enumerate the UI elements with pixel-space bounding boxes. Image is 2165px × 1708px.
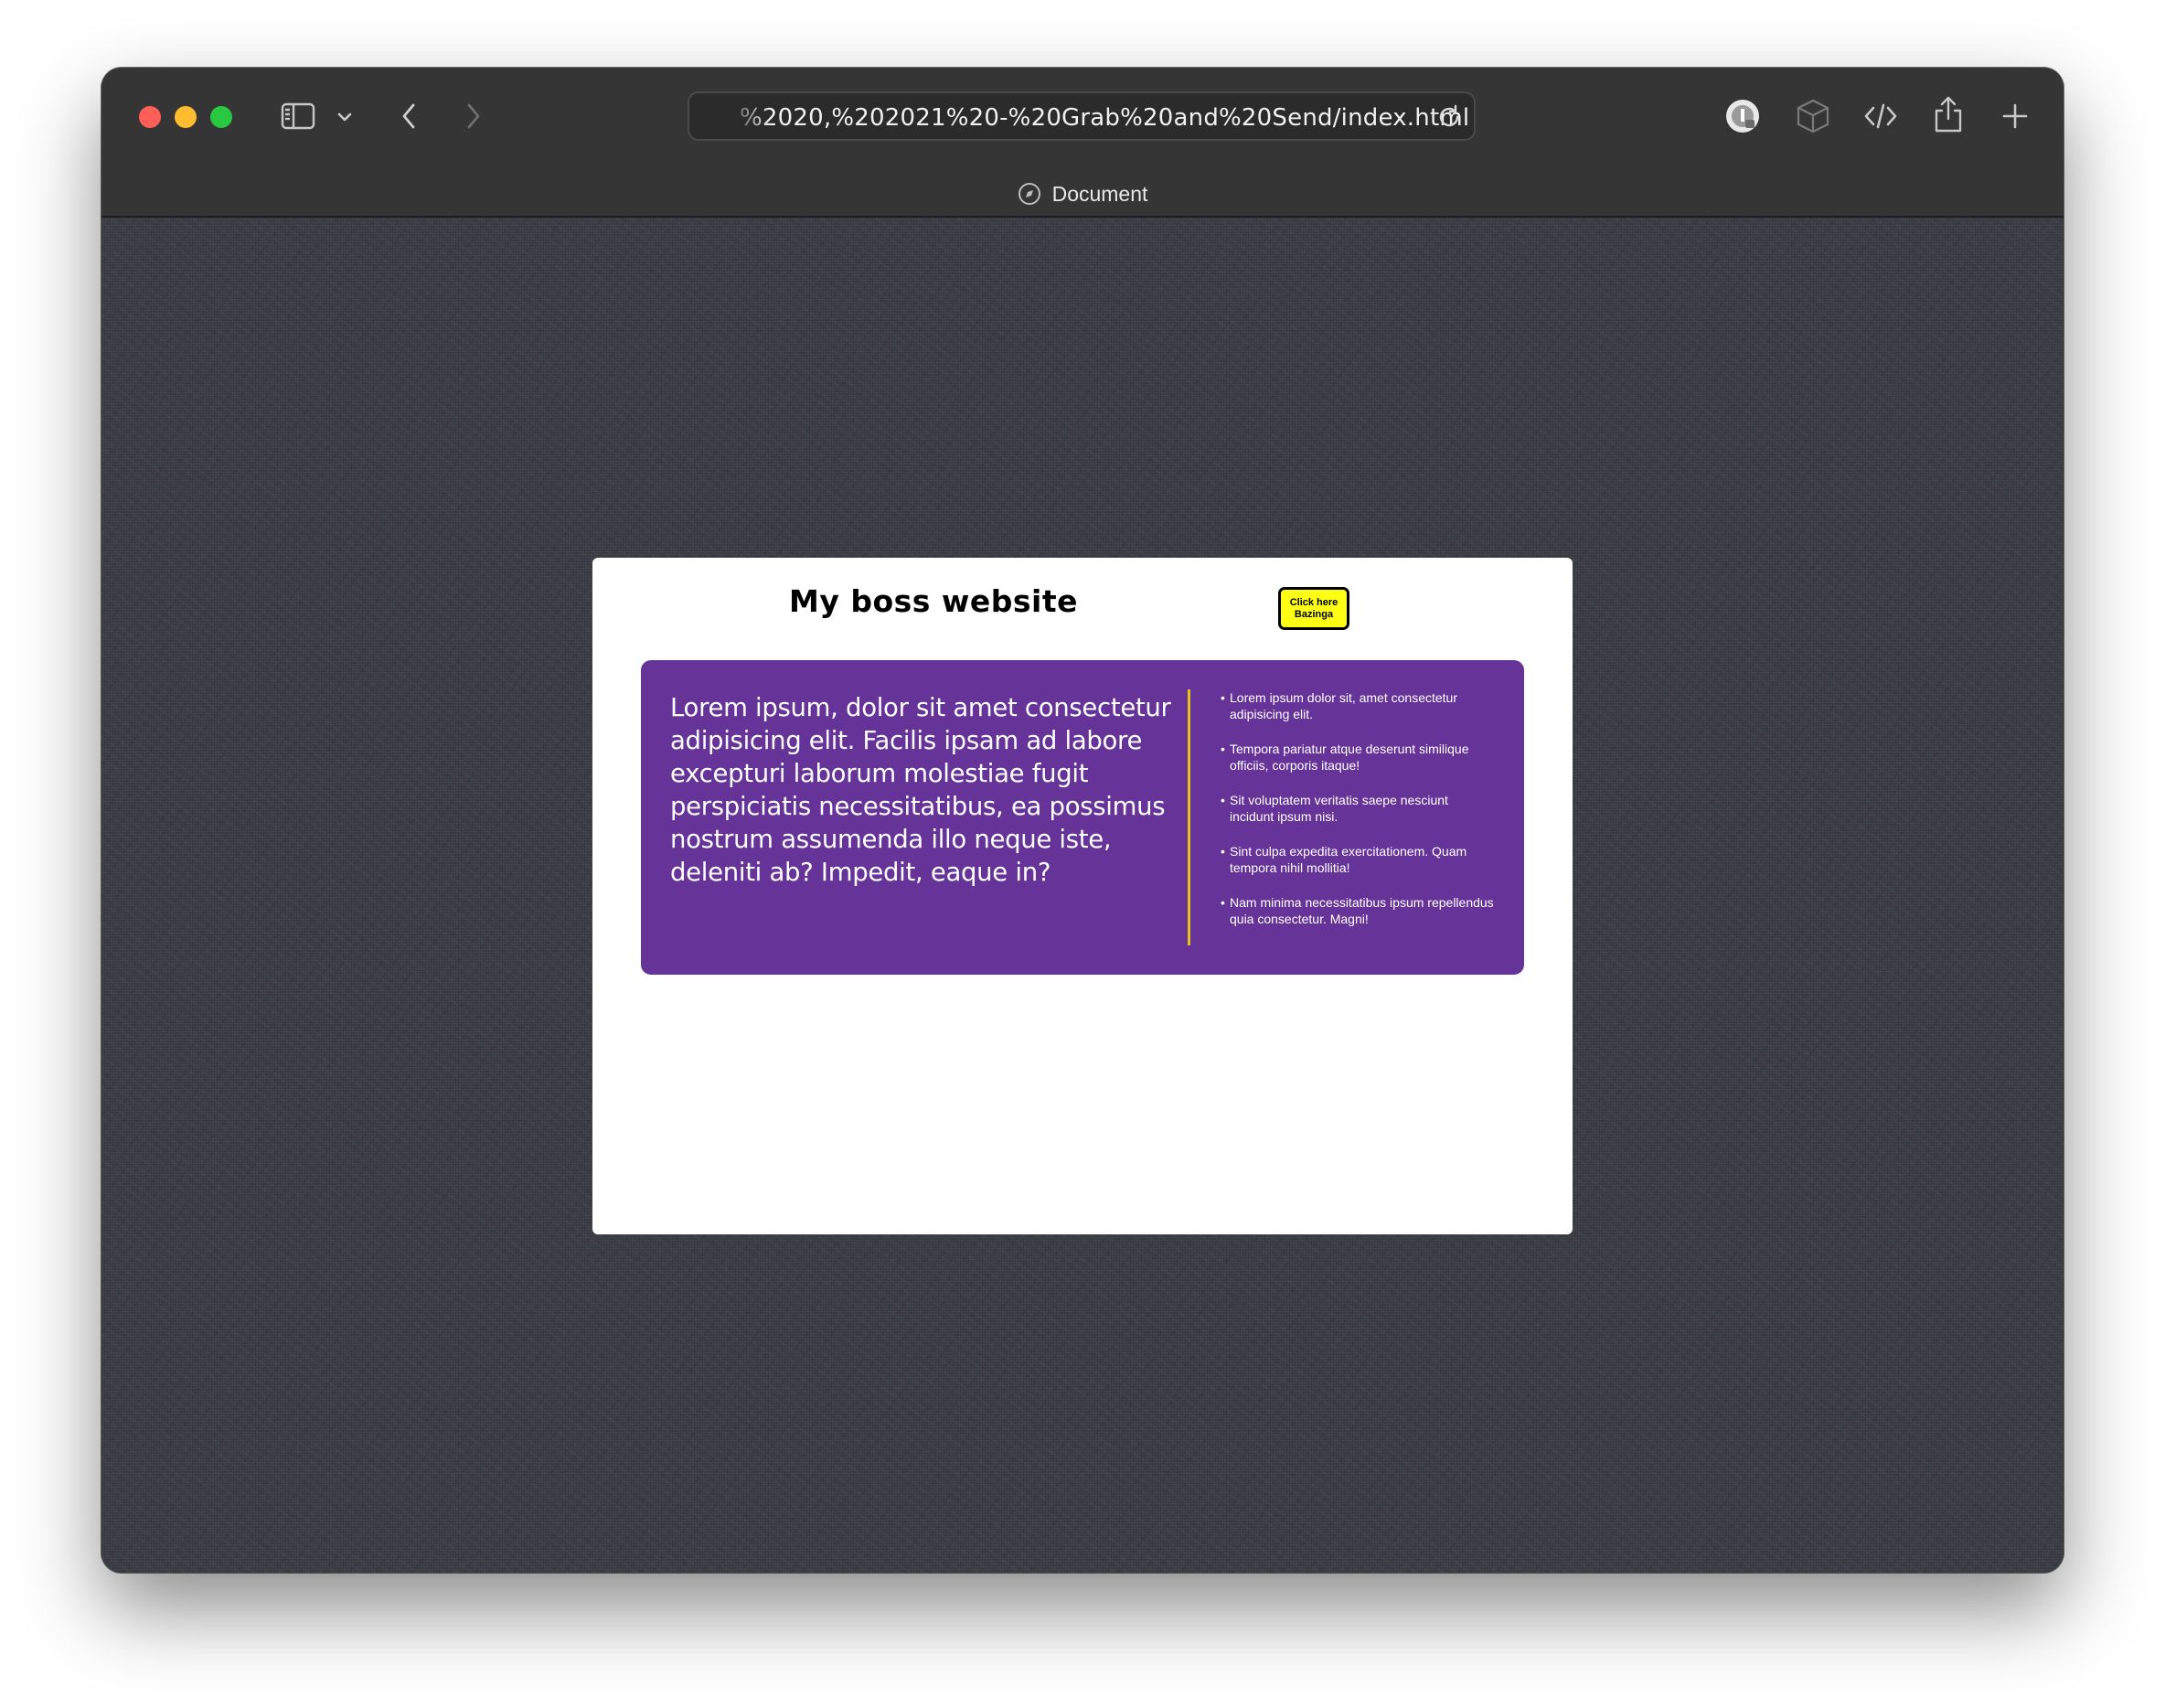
- card-paragraph: Lorem ipsum, dolor sit amet consectetur …: [670, 693, 1171, 887]
- close-window-button[interactable]: [139, 106, 161, 128]
- tab-document[interactable]: Document: [101, 176, 2064, 212]
- content-card: Lorem ipsum, dolor sit amet consectetur …: [641, 660, 1524, 975]
- list-item: Nam minima necessitatibus ipsum repellen…: [1221, 894, 1495, 927]
- reload-icon[interactable]: [1435, 103, 1463, 131]
- button-line-2: Bazinga: [1294, 608, 1334, 620]
- browser-window: %2020,%202021%20-%20Grab%20and%20Send/in…: [101, 68, 2064, 1573]
- plus-icon[interactable]: [1998, 99, 2032, 133]
- site-title: My boss website: [788, 583, 1078, 619]
- web-viewport: My boss website Click here Bazinga Lorem…: [101, 218, 2064, 1573]
- browser-toolbar: %2020,%202021%20-%20Grab%20and%20Send/in…: [101, 68, 2064, 218]
- button-line-1: Click here: [1289, 596, 1338, 608]
- compass-icon: [1018, 182, 1041, 206]
- password-extension-icon[interactable]: [1723, 97, 1762, 135]
- chevron-down-icon[interactable]: [334, 106, 356, 128]
- cube-icon[interactable]: [1794, 97, 1832, 135]
- share-icon[interactable]: [1930, 93, 1967, 135]
- tab-title-label: Document: [1051, 181, 1148, 206]
- card-divider: [1188, 689, 1190, 945]
- url-text[interactable]: %2020,%202021%20-%20Grab%20and%20Send/in…: [740, 104, 1469, 132]
- zoom-window-button[interactable]: [210, 106, 232, 128]
- code-icon[interactable]: [1861, 99, 1900, 133]
- list-item: Sit voluptatem veritatis saepe nesciunt …: [1221, 792, 1495, 825]
- page-container: My boss website Click here Bazinga Lorem…: [592, 558, 1573, 1234]
- address-bar[interactable]: %2020,%202021%20-%20Grab%20and%20Send/in…: [688, 91, 1476, 141]
- sidebar-icon[interactable]: [280, 101, 316, 132]
- minimize-window-button[interactable]: [175, 106, 197, 128]
- click-here-button[interactable]: Click here Bazinga: [1278, 587, 1349, 630]
- forward-icon[interactable]: [461, 99, 486, 133]
- list-item: Lorem ipsum dolor sit, amet consectetur …: [1221, 689, 1495, 722]
- list-item: Tempora pariatur atque deserunt similiqu…: [1221, 741, 1495, 774]
- back-icon[interactable]: [396, 99, 421, 133]
- card-list: Lorem ipsum dolor sit, amet consectetur …: [1221, 689, 1495, 945]
- list-item: Sint culpa expedita exercitationem. Quam…: [1221, 843, 1495, 876]
